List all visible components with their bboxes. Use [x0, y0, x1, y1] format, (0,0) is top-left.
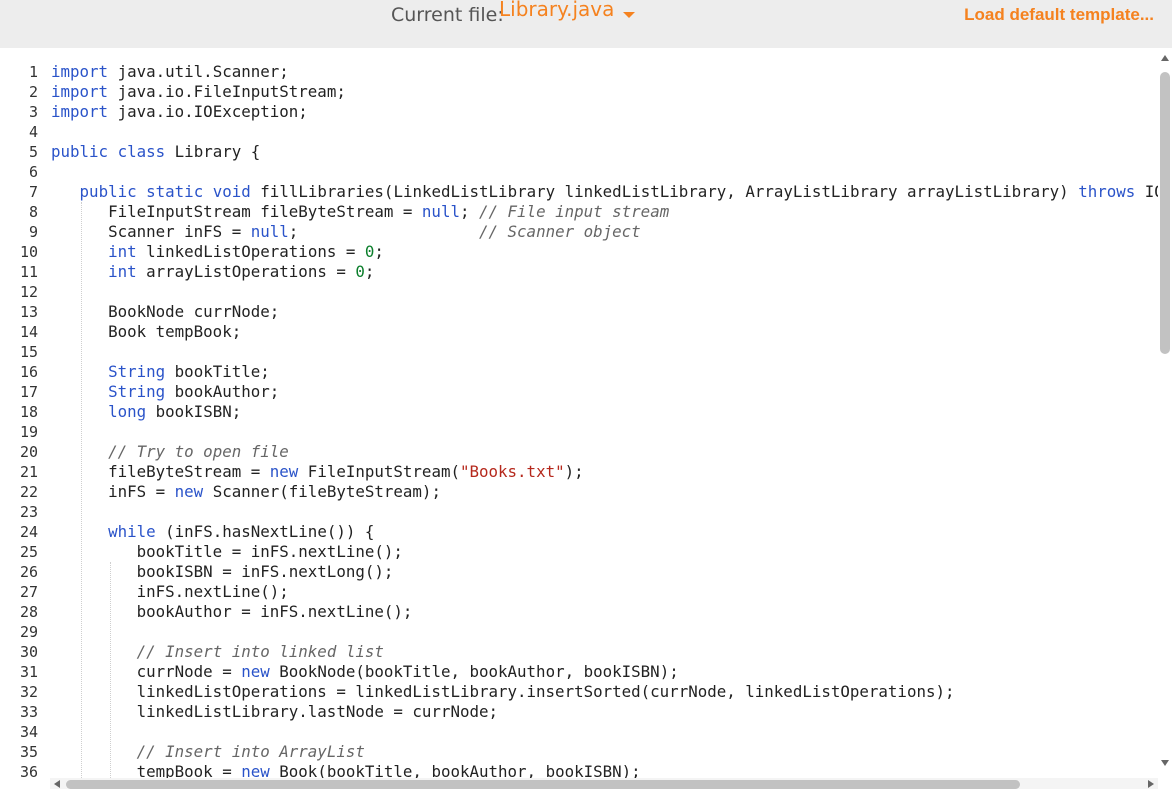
- code-text[interactable]: // Insert into linked list: [51, 642, 384, 662]
- load-default-template-button[interactable]: Load default template...: [964, 5, 1154, 25]
- line-number: 14: [19, 323, 38, 341]
- code-text[interactable]: BookNode currNode;: [51, 302, 279, 322]
- line-number: 36: [19, 763, 38, 780]
- line-number: 3: [28, 103, 38, 121]
- code-text[interactable]: Book tempBook;: [51, 322, 241, 342]
- code-text[interactable]: String bookTitle;: [51, 362, 270, 382]
- vertical-scrollbar-thumb[interactable]: [1160, 72, 1170, 354]
- indent-guide: [110, 562, 111, 780]
- code-text[interactable]: currNode = new BookNode(bookTitle, bookA…: [51, 662, 679, 682]
- line-number: 18: [19, 403, 38, 421]
- line-number: 24: [19, 523, 38, 541]
- line-number: 17: [19, 383, 38, 401]
- code-text[interactable]: bookISBN = inFS.nextLong();: [51, 562, 394, 582]
- line-number: 7: [28, 183, 38, 201]
- code-text[interactable]: // Insert into ArrayList: [51, 742, 365, 762]
- line-number: 8: [28, 203, 38, 221]
- arrow-left-icon[interactable]: [54, 780, 60, 788]
- line-number: 4: [28, 123, 38, 141]
- code-text[interactable]: public class Library {: [51, 142, 260, 162]
- code-text[interactable]: import java.io.IOException;: [51, 102, 308, 122]
- line-number: 15: [19, 343, 38, 361]
- code-text[interactable]: bookTitle = inFS.nextLine();: [51, 542, 403, 562]
- line-number: 22: [19, 483, 38, 501]
- code-text[interactable]: long bookISBN;: [51, 402, 241, 422]
- line-number: 6: [28, 163, 38, 181]
- code-text[interactable]: fileByteStream = new FileInputStream("Bo…: [51, 462, 584, 482]
- line-number: 2: [28, 83, 38, 101]
- code-text[interactable]: while (inFS.hasNextLine()) {: [51, 522, 374, 542]
- code-text[interactable]: linkedListLibrary.lastNode = currNode;: [51, 702, 498, 722]
- line-number: 12: [19, 283, 38, 301]
- code-text[interactable]: import java.util.Scanner;: [51, 62, 289, 82]
- indent-guide: [81, 202, 82, 780]
- code-text[interactable]: inFS.nextLine();: [51, 582, 289, 602]
- current-file-label: Current file:: [391, 4, 504, 26]
- arrow-up-icon[interactable]: [1161, 55, 1169, 61]
- code-text[interactable]: linkedListOperations = linkedListLibrary…: [51, 682, 955, 702]
- code-text[interactable]: // Try to open file: [51, 442, 289, 462]
- arrow-down-icon[interactable]: [1161, 760, 1169, 766]
- line-number: 30: [19, 643, 38, 661]
- file-selector[interactable]: Library.java: [499, 0, 614, 21]
- line-number: 20: [19, 443, 38, 461]
- line-number: 16: [19, 363, 38, 381]
- code-text[interactable]: FileInputStream fileByteStream = null; /…: [51, 202, 669, 222]
- line-number: 1: [28, 63, 38, 81]
- code-text[interactable]: Scanner inFS = null; // Scanner object: [51, 222, 641, 242]
- line-number: 34: [19, 723, 38, 741]
- code-text[interactable]: import java.io.FileInputStream;: [51, 82, 346, 102]
- line-number: 29: [19, 623, 38, 641]
- code-text[interactable]: int linkedListOperations = 0;: [51, 242, 384, 262]
- arrow-right-icon[interactable]: [1148, 780, 1154, 788]
- caret-down-icon[interactable]: [623, 12, 635, 18]
- line-number: 25: [19, 543, 38, 561]
- code-editor[interactable]: 1 import java.util.Scanner; 2 import java.i…: [0, 60, 1158, 780]
- code-text[interactable]: String bookAuthor;: [51, 382, 279, 402]
- line-number: 19: [19, 423, 38, 441]
- line-number: 11: [19, 263, 38, 281]
- code-text[interactable]: int arrayListOperations = 0;: [51, 262, 374, 282]
- line-number: 13: [19, 303, 38, 321]
- line-number: 23: [19, 503, 38, 521]
- line-number: 32: [19, 683, 38, 701]
- line-number: 35: [19, 743, 38, 761]
- line-number: 27: [19, 583, 38, 601]
- line-number: 28: [19, 603, 38, 621]
- editor-toolbar: Current file: Library.java Load default …: [0, 0, 1172, 48]
- line-number: 26: [19, 563, 38, 581]
- line-number: 21: [19, 463, 38, 481]
- code-text[interactable]: inFS = new Scanner(fileByteStream);: [51, 482, 441, 502]
- code-text[interactable]: bookAuthor = inFS.nextLine();: [51, 602, 413, 622]
- line-number: 31: [19, 663, 38, 681]
- line-number: 33: [19, 703, 38, 721]
- line-number: 9: [28, 223, 38, 241]
- line-number: 5: [28, 143, 38, 161]
- horizontal-scrollbar-thumb[interactable]: [66, 780, 1020, 789]
- line-number: 10: [19, 243, 38, 261]
- code-text[interactable]: public static void fillLibraries(LinkedL…: [51, 182, 1158, 202]
